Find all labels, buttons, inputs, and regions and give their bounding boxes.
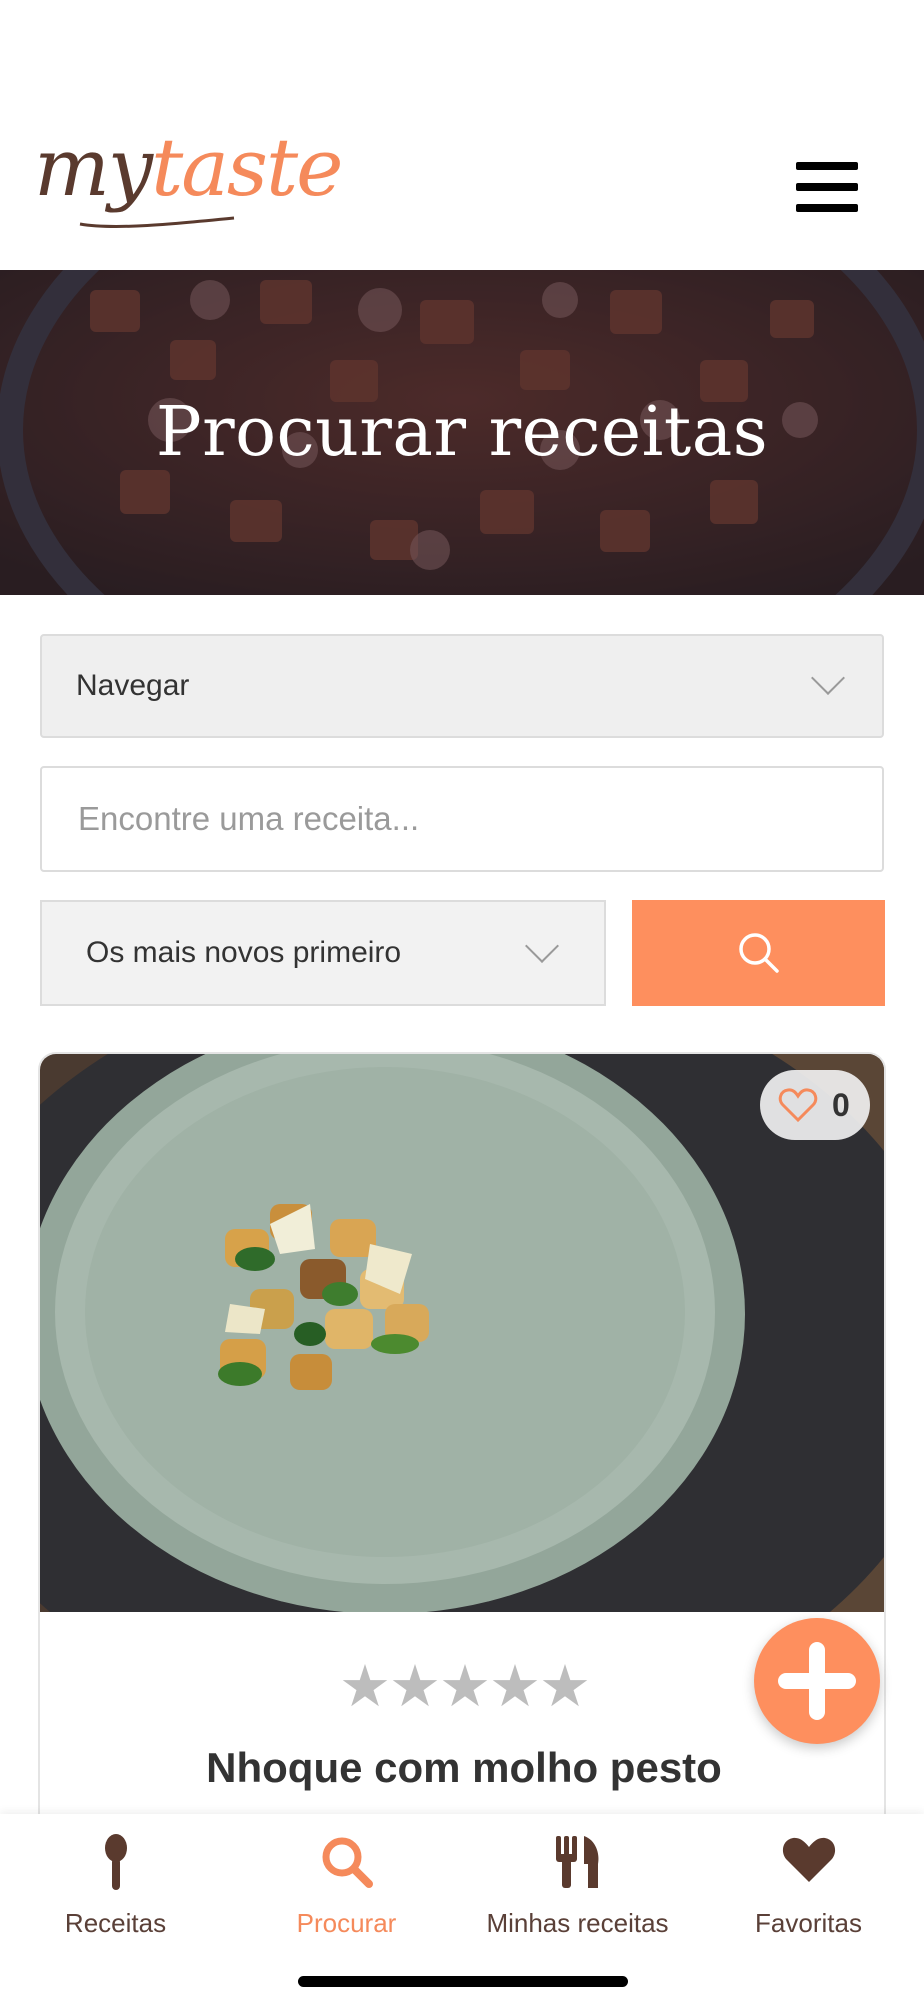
- nav-label: Receitas: [64, 1908, 167, 1938]
- hero-banner: Procurar receitas: [0, 270, 924, 595]
- hamburger-icon-bar: [796, 183, 858, 191]
- favorite-badge[interactable]: 0: [760, 1070, 870, 1140]
- hamburger-icon-bar: [796, 204, 858, 212]
- nav-label: Favoritas: [755, 1908, 862, 1938]
- chevron-down-icon: [811, 661, 845, 695]
- recipe-card[interactable]: 0 ★★★★★ Nhoque com molho pesto: [38, 1052, 886, 1852]
- bottom-navigation: Receitas Procurar Minhas receitas Favori…: [0, 1814, 924, 2000]
- add-recipe-button[interactable]: [754, 1618, 880, 1744]
- recipe-title[interactable]: Nhoque com molho pesto: [40, 1744, 884, 1792]
- nav-label: Minhas receitas: [486, 1908, 669, 1938]
- nav-item-receitas[interactable]: Receitas: [0, 1814, 231, 1964]
- logo-swash: [79, 216, 235, 228]
- app-header: mytaste: [0, 0, 924, 270]
- nav-label: Procurar: [296, 1908, 397, 1938]
- sort-select-value: Os mais novos primeiro: [86, 936, 402, 969]
- nav-item-favoritas[interactable]: Favoritas: [693, 1814, 924, 1964]
- nav-item-minhas-receitas[interactable]: Minhas receitas: [462, 1814, 693, 1964]
- search-icon: [322, 1837, 373, 1888]
- heart-outline-icon: [778, 1088, 818, 1123]
- browse-select[interactable]: Navegar: [40, 634, 884, 738]
- chevron-down-icon: [525, 929, 559, 963]
- star-rating-icons[interactable]: ★★★★★: [339, 1654, 591, 1719]
- favorite-count: 0: [832, 1087, 850, 1123]
- fork-knife-icon: [555, 1836, 598, 1888]
- sort-select[interactable]: Os mais novos primeiro: [40, 900, 606, 1006]
- browse-select-value: Navegar: [76, 669, 190, 702]
- nav-item-procurar[interactable]: Procurar: [231, 1814, 462, 1964]
- search-button[interactable]: [632, 900, 885, 1006]
- page-title: Procurar receitas: [155, 393, 769, 472]
- spoon-icon: [104, 1834, 127, 1890]
- search-input[interactable]: [40, 766, 884, 872]
- recipe-photo[interactable]: [40, 1054, 886, 1612]
- heart-icon: [782, 1837, 835, 1882]
- hamburger-menu-button[interactable]: [796, 162, 858, 218]
- hamburger-icon-bar: [796, 162, 858, 170]
- search-icon: [738, 933, 779, 973]
- home-indicator: [298, 1976, 628, 1987]
- mytaste-logo[interactable]: mytaste: [34, 118, 343, 248]
